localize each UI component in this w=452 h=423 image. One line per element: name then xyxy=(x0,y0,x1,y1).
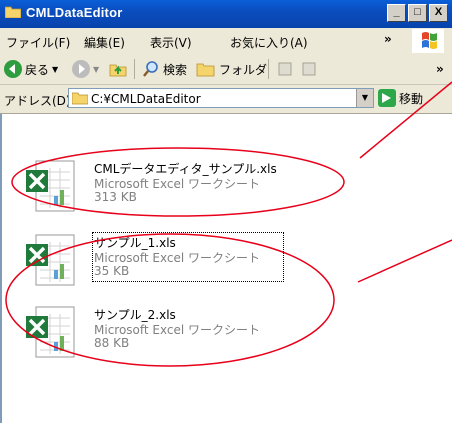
file-list[interactable]: CMLデータエディタ_サンプル.xls Microsoft Excel ワークシ… xyxy=(0,114,452,423)
folder-icon xyxy=(72,92,88,105)
menu-edit[interactable]: 編集(E) xyxy=(84,34,125,51)
copy-to-button[interactable] xyxy=(300,59,318,79)
go-arrow-icon xyxy=(378,89,396,107)
move-to-button[interactable] xyxy=(276,59,294,79)
address-field[interactable]: C:¥CMLDataEditor ▼ xyxy=(68,88,374,108)
search-icon xyxy=(143,61,158,77)
minimize-button[interactable]: _ xyxy=(387,4,406,22)
toolbar: 戻る ▼ ▼ 検索 フォルダ » xyxy=(0,54,452,85)
file-size: 35 KB xyxy=(94,264,130,278)
explorer-window: CMLDataEditor _ □ X ファイル(F) 編集(E) 表示(V) … xyxy=(0,0,452,423)
go-label: 移動 xyxy=(399,91,424,106)
excel-file-icon xyxy=(26,160,75,212)
back-label: 戻る xyxy=(25,62,50,77)
address-dropdown-icon[interactable]: ▼ xyxy=(356,89,373,107)
file-size: 88 KB xyxy=(94,336,130,350)
forward-dropdown-icon[interactable]: ▼ xyxy=(93,65,99,74)
file-item[interactable]: CMLデータエディタ_サンプル.xls Microsoft Excel ワークシ… xyxy=(26,160,286,220)
menu-overflow-chevron-icon[interactable]: » xyxy=(384,32,392,46)
forward-button[interactable]: ▼ xyxy=(72,59,99,79)
excel-file-icon xyxy=(26,234,75,286)
maximize-button[interactable]: □ xyxy=(408,4,427,22)
menu-file[interactable]: ファイル(F) xyxy=(6,34,70,51)
search-label: 検索 xyxy=(163,62,188,77)
file-item[interactable]: サンプル_2.xls Microsoft Excel ワークシート 88 KB xyxy=(26,306,286,366)
excel-file-icon xyxy=(26,306,75,358)
title-bar[interactable]: CMLDataEditor _ □ X xyxy=(0,0,452,28)
window-title: CMLDataEditor xyxy=(26,5,123,20)
move-to-icon xyxy=(278,62,292,76)
copy-to-icon xyxy=(302,62,316,76)
menu-view[interactable]: 表示(V) xyxy=(150,34,192,51)
address-value: C:¥CMLDataEditor xyxy=(91,92,201,106)
toolbar-overflow-chevron-icon[interactable]: » xyxy=(436,59,444,79)
back-dropdown-icon[interactable]: ▼ xyxy=(52,65,58,74)
folders-icon xyxy=(196,63,215,77)
search-button[interactable]: 検索 xyxy=(142,59,187,79)
up-folder-button[interactable] xyxy=(108,59,128,79)
go-button[interactable]: 移動 xyxy=(378,89,423,107)
address-bar: アドレス(D) C:¥CMLDataEditor ▼ 移動 xyxy=(0,85,452,114)
address-label: アドレス(D) xyxy=(4,94,71,108)
windows-flag-icon xyxy=(422,32,437,49)
folder-icon xyxy=(5,6,21,18)
toolbar-separator xyxy=(134,59,135,79)
forward-arrow-icon xyxy=(72,60,90,78)
up-folder-icon xyxy=(109,64,127,77)
folders-button[interactable]: フォルダ xyxy=(196,59,267,79)
file-size: 313 KB xyxy=(94,190,137,204)
back-arrow-icon xyxy=(4,60,22,78)
file-item[interactable]: サンプル_1.xls Microsoft Excel ワークシート 35 KB xyxy=(26,232,286,294)
windows-logo xyxy=(412,29,444,53)
close-button[interactable]: X xyxy=(429,4,448,22)
menu-bar: ファイル(F) 編集(E) 表示(V) お気に入り(A) » xyxy=(0,28,452,55)
menu-favorites[interactable]: お気に入り(A) xyxy=(230,34,308,51)
toolbar-separator xyxy=(268,59,269,79)
back-button[interactable]: 戻る ▼ xyxy=(4,59,58,79)
folders-label: フォルダ xyxy=(219,62,268,77)
